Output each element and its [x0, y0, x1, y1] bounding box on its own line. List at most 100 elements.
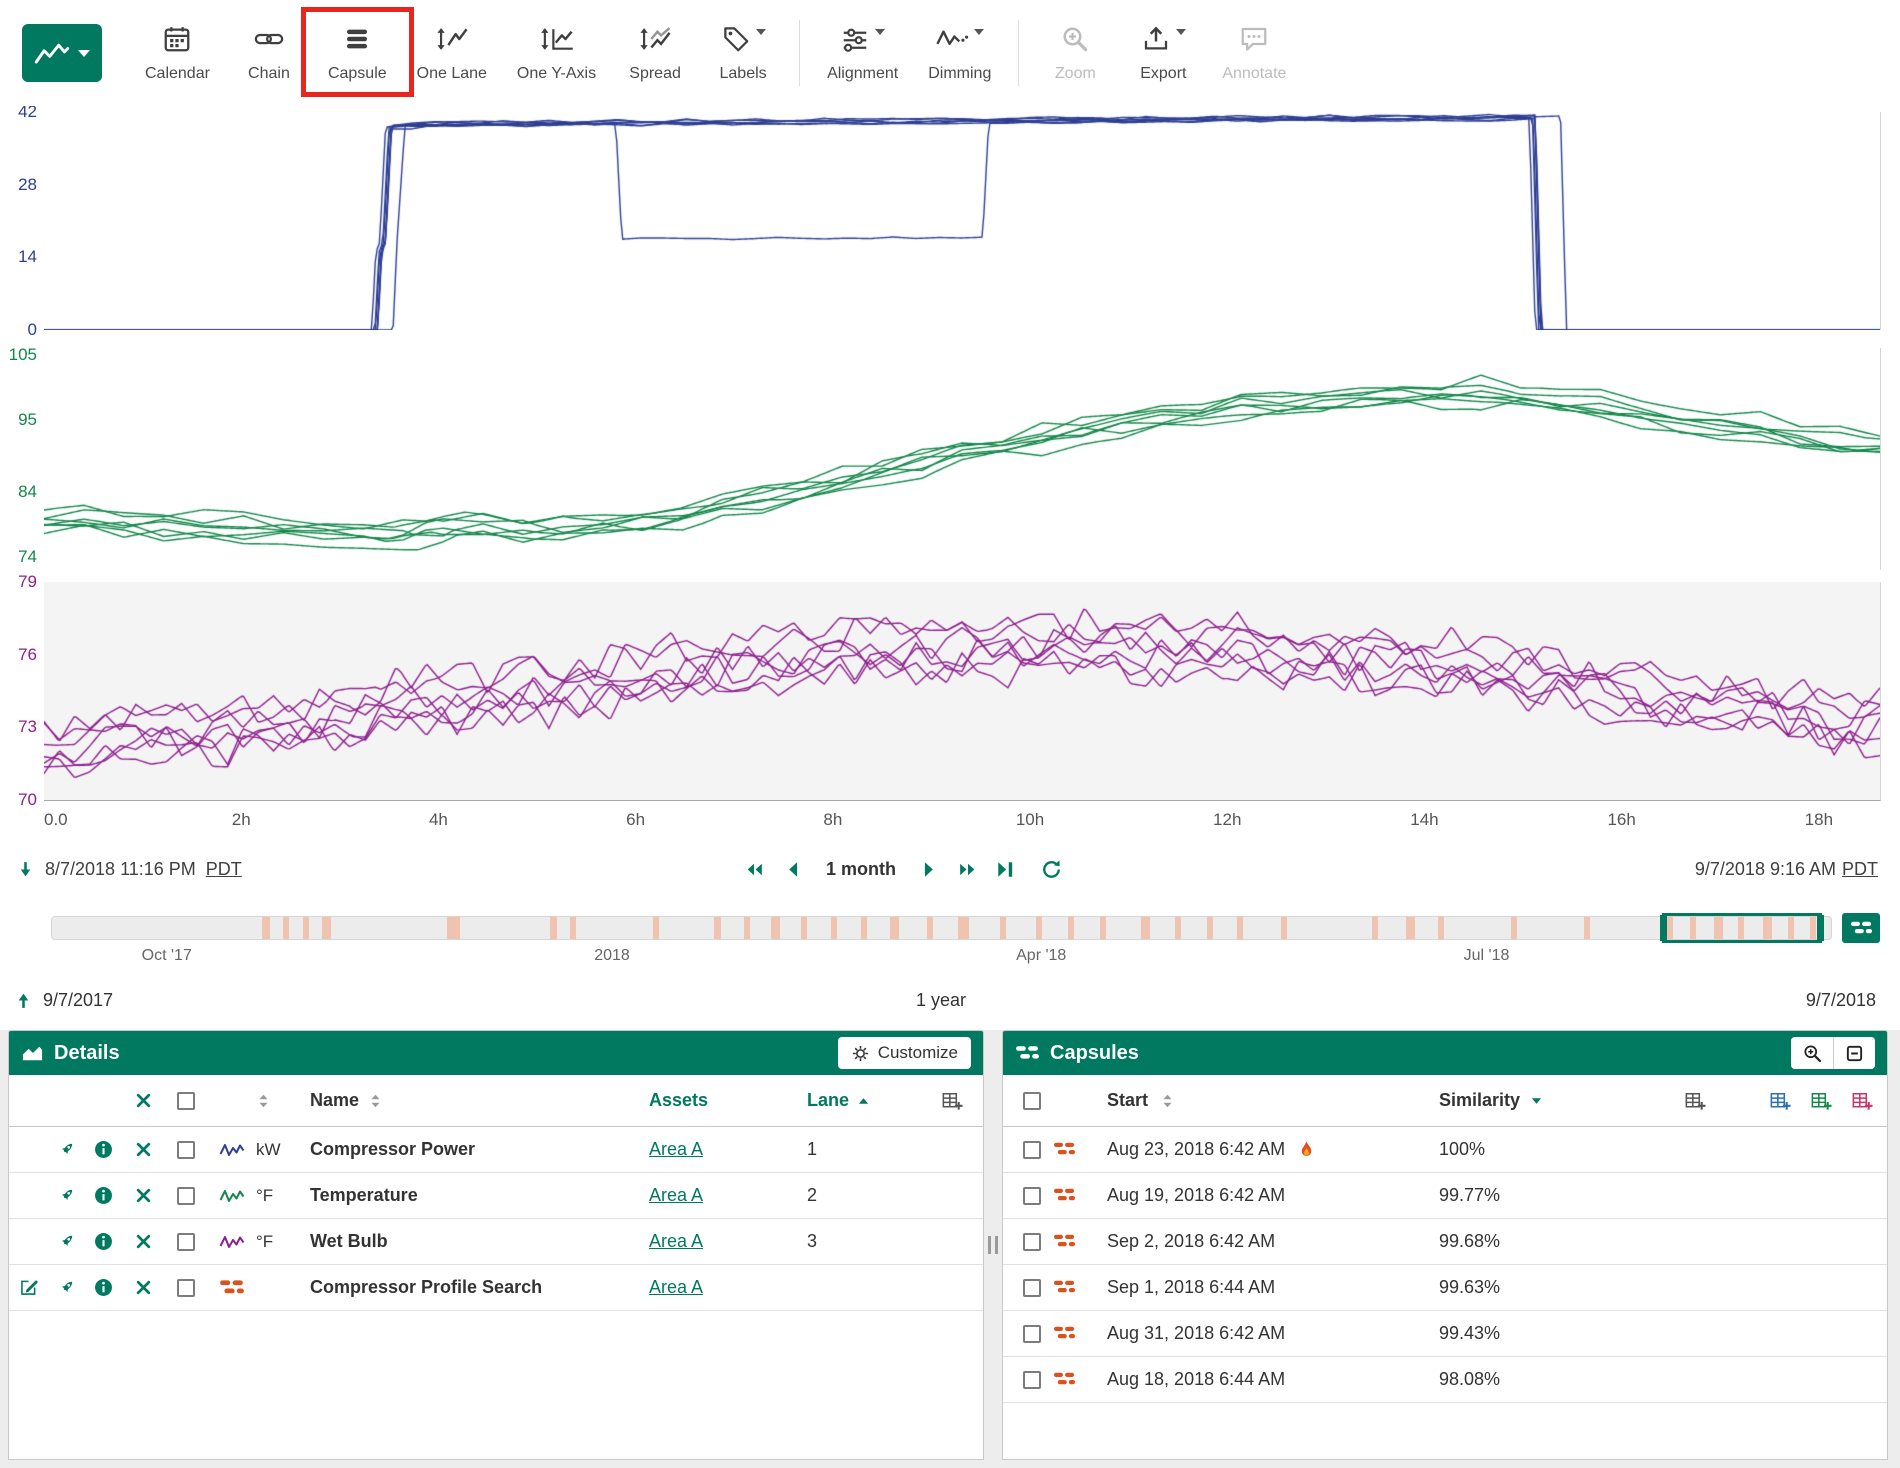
- capsule-row[interactable]: Aug 19, 2018 6:42 AM 99.77%: [1003, 1173, 1887, 1219]
- step-next-icon[interactable]: [919, 859, 940, 880]
- remove-item-icon[interactable]: [135, 1233, 152, 1250]
- sort-icon[interactable]: [368, 1093, 383, 1109]
- row-checkbox[interactable]: [177, 1279, 195, 1297]
- splitter-grip-icon[interactable]: [988, 1236, 998, 1254]
- item-name[interactable]: Compressor Profile Search: [306, 1277, 641, 1298]
- row-checkbox[interactable]: [1023, 1233, 1041, 1251]
- details-row-wet-bulb[interactable]: °F Wet Bulb Area A 3: [9, 1219, 983, 1265]
- column-header-similarity[interactable]: Similarity: [1439, 1090, 1520, 1111]
- grid-add-pink-icon[interactable]: [1850, 1089, 1873, 1112]
- item-name[interactable]: Wet Bulb: [306, 1231, 641, 1252]
- step-back-icon[interactable]: [744, 859, 765, 880]
- fast-forward-icon[interactable]: [957, 859, 978, 880]
- remove-item-icon[interactable]: [135, 1141, 152, 1158]
- select-all-checkbox[interactable]: [1023, 1092, 1041, 1110]
- y-axis-wet-bulb[interactable]: 79767370: [0, 582, 44, 800]
- view-selector-button[interactable]: [22, 24, 102, 82]
- capsule-row[interactable]: Aug 18, 2018 6:44 AM 98.08%: [1003, 1357, 1887, 1403]
- step-previous-icon[interactable]: [782, 859, 803, 880]
- calendar-icon: [162, 24, 192, 54]
- asset-link[interactable]: Area A: [649, 1277, 703, 1298]
- column-header-assets[interactable]: Assets: [649, 1090, 708, 1111]
- row-checkbox[interactable]: [177, 1187, 195, 1205]
- toolbar-item-dimming[interactable]: Dimming: [913, 14, 1006, 93]
- capsule-row[interactable]: Aug 23, 2018 6:42 AM 100%: [1003, 1127, 1887, 1173]
- grid-add-blue-icon[interactable]: [1768, 1089, 1791, 1112]
- auto-update-icon[interactable]: [1041, 859, 1062, 880]
- toolbar-item-chain[interactable]: Chain: [225, 14, 313, 93]
- item-info-icon[interactable]: [94, 1186, 113, 1205]
- column-header-lane[interactable]: Lane: [807, 1090, 849, 1111]
- toolbar-item-calendar[interactable]: Calendar: [130, 14, 225, 93]
- toolbar-item-labels[interactable]: Labels: [699, 14, 787, 93]
- row-checkbox[interactable]: [1023, 1279, 1041, 1297]
- details-row-compressor-profile-search[interactable]: Compressor Profile Search Area A: [9, 1265, 983, 1311]
- toolbar-item-alignment[interactable]: Alignment: [812, 14, 913, 93]
- display-range-selector[interactable]: [1662, 913, 1822, 943]
- column-header-start[interactable]: Start: [1107, 1090, 1148, 1111]
- collapse-panel-button[interactable]: [1833, 1037, 1875, 1069]
- row-checkbox[interactable]: [177, 1233, 195, 1251]
- trend-chart[interactable]: 4228140 105958474 79767370 0.02h4h6h8h10…: [0, 106, 1900, 848]
- pan-up-icon[interactable]: [14, 991, 33, 1010]
- capsule-row[interactable]: Sep 1, 2018 6:44 AM 99.63%: [1003, 1265, 1887, 1311]
- panel-splitter[interactable]: [984, 1030, 1002, 1460]
- sort-desc-icon[interactable]: [1530, 1096, 1543, 1106]
- row-checkbox[interactable]: [177, 1141, 195, 1159]
- toolbar-item-export[interactable]: Export: [1119, 14, 1207, 93]
- customize-button[interactable]: Customize: [838, 1037, 971, 1069]
- overview-timebar[interactable]: [51, 916, 1832, 940]
- lane-canvas-wet-bulb[interactable]: [44, 582, 1881, 801]
- asset-navigate-icon[interactable]: [57, 1186, 76, 1205]
- item-info-icon[interactable]: [94, 1140, 113, 1159]
- capsule-row[interactable]: Aug 31, 2018 6:42 AM 99.43%: [1003, 1311, 1887, 1357]
- row-checkbox[interactable]: [1023, 1187, 1041, 1205]
- row-checkbox[interactable]: [1023, 1371, 1041, 1389]
- item-name[interactable]: Temperature: [306, 1185, 641, 1206]
- x-axis[interactable]: 0.02h4h6h8h10h12h14h16h18h: [0, 810, 1900, 836]
- start-timezone-link[interactable]: PDT: [206, 859, 242, 880]
- remove-item-icon[interactable]: [135, 1187, 152, 1204]
- toolbar-item-one-lane[interactable]: One Lane: [402, 14, 502, 93]
- asset-link[interactable]: Area A: [649, 1231, 703, 1252]
- end-timezone-link[interactable]: PDT: [1842, 859, 1878, 880]
- y-axis-temperature[interactable]: 105958474: [0, 348, 44, 570]
- lane-canvas-temperature[interactable]: [44, 348, 1881, 570]
- go-to-now-icon[interactable]: [995, 859, 1016, 880]
- column-header-name[interactable]: Name: [310, 1090, 359, 1111]
- sort-asc-icon[interactable]: [857, 1096, 870, 1106]
- capsule-row[interactable]: Sep 2, 2018 6:42 AM 99.68%: [1003, 1219, 1887, 1265]
- add-column-icon[interactable]: [940, 1089, 963, 1112]
- lane-canvas-compressor-power[interactable]: [44, 112, 1881, 330]
- toolbar-item-spread[interactable]: Spread: [611, 14, 699, 93]
- sort-icon[interactable]: [1160, 1093, 1175, 1109]
- toolbar-item-capsule[interactable]: Capsule: [313, 14, 402, 93]
- range-duration-label[interactable]: 1 month: [826, 859, 896, 880]
- row-checkbox[interactable]: [1023, 1325, 1041, 1343]
- item-info-icon[interactable]: [94, 1278, 113, 1297]
- edit-condition-icon[interactable]: [18, 1277, 39, 1298]
- item-name[interactable]: Compressor Power: [306, 1139, 641, 1160]
- zoom-to-capsule-button[interactable]: [1791, 1037, 1833, 1069]
- add-column-icon[interactable]: [1683, 1089, 1706, 1112]
- item-info-icon[interactable]: [94, 1232, 113, 1251]
- toolbar-item-one-y-axis[interactable]: One Y-Axis: [502, 14, 611, 93]
- details-row-compressor-power[interactable]: kW Compressor Power Area A 1: [9, 1127, 983, 1173]
- capsule-time-button[interactable]: [1842, 913, 1880, 943]
- pan-down-icon[interactable]: [16, 860, 35, 879]
- row-checkbox[interactable]: [1023, 1141, 1041, 1159]
- sort-icon[interactable]: [256, 1093, 271, 1109]
- asset-navigate-icon[interactable]: [57, 1278, 76, 1297]
- details-row-temperature[interactable]: °F Temperature Area A 2: [9, 1173, 983, 1219]
- selector-right-handle[interactable]: [1817, 915, 1824, 941]
- remove-item-icon[interactable]: [135, 1279, 152, 1296]
- selector-left-handle[interactable]: [1660, 915, 1667, 941]
- asset-link[interactable]: Area A: [649, 1185, 703, 1206]
- asset-navigate-icon[interactable]: [57, 1140, 76, 1159]
- y-axis-compressor-power[interactable]: 4228140: [0, 112, 44, 330]
- asset-link[interactable]: Area A: [649, 1139, 703, 1160]
- select-all-checkbox[interactable]: [177, 1092, 195, 1110]
- grid-add-green-icon[interactable]: [1809, 1089, 1832, 1112]
- asset-navigate-icon[interactable]: [57, 1232, 76, 1251]
- remove-all-icon[interactable]: [135, 1092, 152, 1109]
